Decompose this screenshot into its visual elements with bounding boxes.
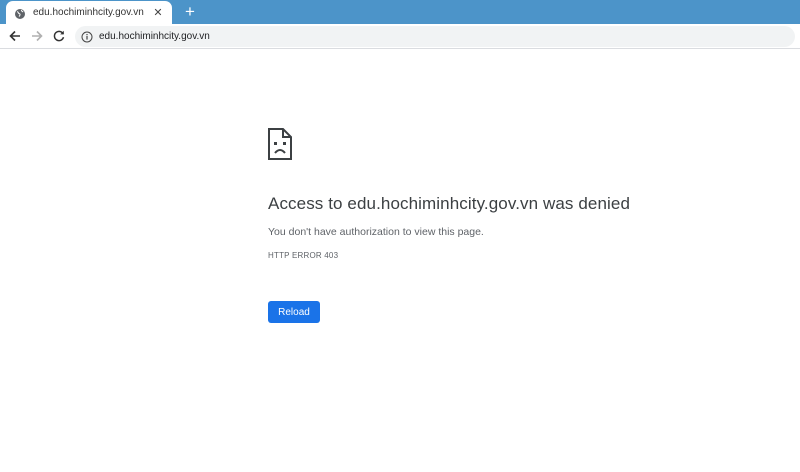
error-description: You don't have authorization to view thi… xyxy=(268,226,484,238)
address-bar[interactable]: edu.hochiminhcity.gov.vn xyxy=(75,25,795,47)
toolbar: edu.hochiminhcity.gov.vn xyxy=(0,24,800,49)
reload-icon xyxy=(53,30,65,42)
forward-button[interactable] xyxy=(29,28,45,44)
back-arrow-icon xyxy=(9,30,20,42)
new-tab-button[interactable]: + xyxy=(181,2,199,22)
back-button[interactable] xyxy=(7,28,23,44)
reload-button[interactable]: Reload xyxy=(268,301,320,323)
reload-toolbar-button[interactable] xyxy=(51,28,67,44)
forward-arrow-icon xyxy=(32,30,43,42)
globe-icon xyxy=(14,7,26,19)
tab-title: edu.hochiminhcity.gov.vn xyxy=(33,7,144,18)
error-headline: Access to edu.hochiminhcity.gov.vn was d… xyxy=(268,194,631,213)
info-icon[interactable] xyxy=(81,30,93,43)
url-text[interactable]: edu.hochiminhcity.gov.vn xyxy=(99,31,210,42)
active-tab[interactable]: edu.hochiminhcity.gov.vn ✕ xyxy=(6,1,172,24)
close-tab-icon[interactable]: ✕ xyxy=(152,7,164,19)
sad-document-icon xyxy=(268,128,292,160)
error-code: HTTP ERROR 403 xyxy=(268,251,339,260)
tab-strip: edu.hochiminhcity.gov.vn ✕ + xyxy=(0,0,800,24)
error-content: Access to edu.hochiminhcity.gov.vn was d… xyxy=(268,128,708,323)
